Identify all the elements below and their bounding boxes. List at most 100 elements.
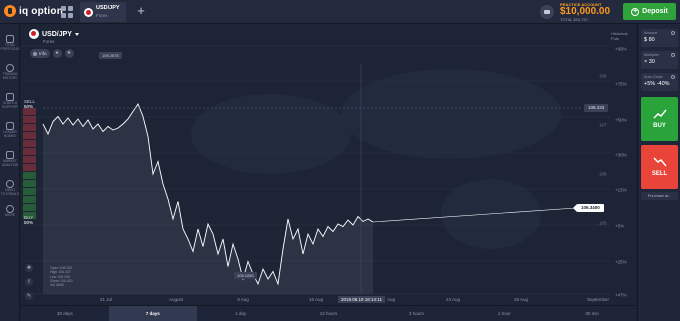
buy-button[interactable]: BUY bbox=[641, 97, 678, 141]
sentiment-block bbox=[23, 180, 36, 187]
x-tick: September bbox=[587, 297, 610, 302]
sidebar-item-label: TOTAL PORTFOLIO bbox=[0, 43, 20, 51]
pencil-icon[interactable]: ✎ bbox=[25, 292, 33, 300]
alert-button[interactable]: ● bbox=[52, 49, 62, 58]
timeframe-bar: 30 days 7 days 1 day 12 hours 3 hours 1 hour 3… bbox=[21, 305, 636, 321]
history-icon bbox=[6, 64, 14, 72]
sidebar-item-portfolio[interactable]: TOTAL PORTFOLIO bbox=[0, 32, 20, 54]
balance[interactable]: PRACTICE ACCOUNT $10,000.00 TOTAL $16,76… bbox=[560, 2, 615, 22]
asset-type: Forex bbox=[43, 39, 55, 44]
more-icon bbox=[6, 205, 14, 213]
sidebar-item-label: MARKET ANALYSIS bbox=[2, 159, 18, 167]
auto-close-field[interactable]: Auto Close +5% -40% bbox=[641, 73, 678, 91]
logo[interactable]: iq option bbox=[4, 5, 63, 17]
pct-tick: +50% bbox=[615, 118, 627, 123]
sentiment-block bbox=[23, 108, 36, 115]
timeframe-3[interactable]: 12 hours bbox=[285, 306, 373, 321]
star-icon: ★ bbox=[66, 50, 72, 56]
sidebar-item-leaderboard[interactable]: LEADER BOARD bbox=[0, 119, 20, 141]
x-tick: 15 Aug bbox=[309, 297, 324, 302]
info-icon bbox=[33, 51, 37, 56]
current-price: 106.3400 bbox=[573, 204, 604, 212]
sentiment-block bbox=[23, 140, 36, 147]
help-icon bbox=[671, 53, 675, 57]
asset-tab-type: Forex bbox=[96, 13, 108, 18]
sidebar-item-tutorials[interactable]: VIDEO TUTORIALS bbox=[0, 177, 20, 199]
sentiment-block bbox=[23, 196, 36, 203]
play-icon bbox=[6, 180, 14, 188]
chevron-down-icon bbox=[74, 32, 79, 36]
low-label: 105.1050 bbox=[234, 272, 257, 279]
news-icon bbox=[6, 151, 14, 159]
pct-tick: +15% bbox=[615, 188, 627, 193]
help-icon bbox=[671, 31, 675, 35]
logo-text: iq option bbox=[19, 5, 64, 17]
reference-price: 108.333 bbox=[584, 104, 609, 112]
trophy-icon bbox=[6, 122, 14, 130]
briefcase-icon bbox=[6, 35, 14, 43]
x-tick: Aug bbox=[387, 297, 396, 302]
sentiment-block bbox=[23, 132, 36, 139]
purchase-at-button[interactable]: Purchase at... bbox=[641, 192, 678, 200]
timeframe-6[interactable]: 30 min bbox=[548, 306, 636, 321]
ohlc-high: High 106.437 bbox=[50, 270, 71, 275]
timeframe-2[interactable]: 1 day bbox=[197, 306, 285, 321]
us-flag-icon bbox=[29, 29, 39, 39]
sidebar-item-history[interactable]: TRADING HISTORY bbox=[0, 61, 20, 83]
pct-tick: +5% bbox=[615, 224, 624, 229]
sentiment-block bbox=[23, 116, 36, 123]
favorite-button[interactable]: ★ bbox=[64, 49, 74, 58]
sell-label: SELL bbox=[651, 171, 668, 177]
multiplier-field[interactable]: Multiplier × 30 bbox=[641, 51, 678, 69]
y-tick: 107 bbox=[599, 123, 607, 128]
amount-field[interactable]: Amount $ 80 bbox=[641, 29, 678, 47]
sentiment-block bbox=[23, 124, 36, 131]
indicator-tool-icon[interactable]: f bbox=[25, 278, 33, 286]
sentiment-indicator: SELL 50% bbox=[24, 99, 42, 109]
sidebar-item-support[interactable]: CHATS & SUPPORT bbox=[0, 90, 20, 112]
buy-label: BUY bbox=[653, 123, 666, 129]
sentiment-block bbox=[23, 188, 36, 195]
deposit-button[interactable]: + Deposit bbox=[623, 3, 676, 20]
sentiment-block bbox=[23, 164, 36, 171]
sidebar-item-label: LEADER BOARD bbox=[3, 130, 17, 138]
pct-tick: +47% bbox=[615, 293, 627, 298]
add-tab-button[interactable]: + bbox=[134, 4, 148, 18]
asset-header: USD/JPY Forex bbox=[29, 29, 79, 44]
sidebar-item-more[interactable]: MORE bbox=[0, 202, 20, 224]
sidebar-item-label: TRADING HISTORY bbox=[2, 72, 18, 80]
high-label: 109.2575 bbox=[99, 52, 122, 59]
price-chart[interactable]: +99% +75% +50% +30% +15% +5% +25% +47% 108 107 106… bbox=[21, 24, 636, 305]
timeframe-1[interactable]: 7 days bbox=[108, 306, 197, 321]
auto-close-value: +5% -40% bbox=[644, 81, 670, 87]
multiplier-value: × 30 bbox=[644, 59, 655, 65]
asset-tab[interactable]: USD/JPY Forex bbox=[80, 2, 126, 22]
timeframe-4[interactable]: 3 hours bbox=[372, 306, 460, 321]
map-shape bbox=[341, 69, 561, 159]
sell-button[interactable]: SELL bbox=[641, 145, 678, 189]
pct-tick: +99% bbox=[615, 47, 627, 52]
sentiment-block bbox=[23, 156, 36, 163]
us-flag-icon bbox=[84, 7, 93, 17]
y-tick: 105 bbox=[599, 221, 607, 226]
asset-actions: Info ● ★ bbox=[30, 49, 74, 58]
help-icon bbox=[671, 75, 675, 79]
pct-tick: +25% bbox=[615, 260, 627, 265]
draw-tool-icon[interactable]: ✚ bbox=[25, 264, 33, 272]
chart-area[interactable]: +99% +75% +50% +30% +15% +5% +25% +47% 108 107 106… bbox=[21, 24, 636, 305]
sentiment-block bbox=[23, 172, 36, 179]
timeframe-5[interactable]: 1 hour bbox=[460, 306, 548, 321]
x-tick: 9 Aug bbox=[237, 297, 249, 302]
grid-menu-icon[interactable] bbox=[61, 6, 73, 18]
camera-icon[interactable] bbox=[540, 5, 554, 19]
asset-selector[interactable]: USD/JPY bbox=[29, 29, 79, 39]
sentiment-block bbox=[23, 148, 36, 155]
timeframe-0[interactable]: 30 days bbox=[21, 306, 109, 321]
sentiment-block bbox=[23, 204, 36, 211]
sidebar-item-analysis[interactable]: MARKET ANALYSIS bbox=[0, 148, 20, 170]
app: iq option USD/JPY Forex + PRACTICE ACCOU… bbox=[0, 0, 680, 321]
sidebar: TOTAL PORTFOLIO TRADING HISTORY CHATS & … bbox=[0, 24, 20, 321]
balance-total: TOTAL $16,767 bbox=[560, 17, 588, 22]
chart-tools: ✚ f ✎ bbox=[25, 264, 35, 306]
info-button[interactable]: Info bbox=[30, 49, 50, 58]
